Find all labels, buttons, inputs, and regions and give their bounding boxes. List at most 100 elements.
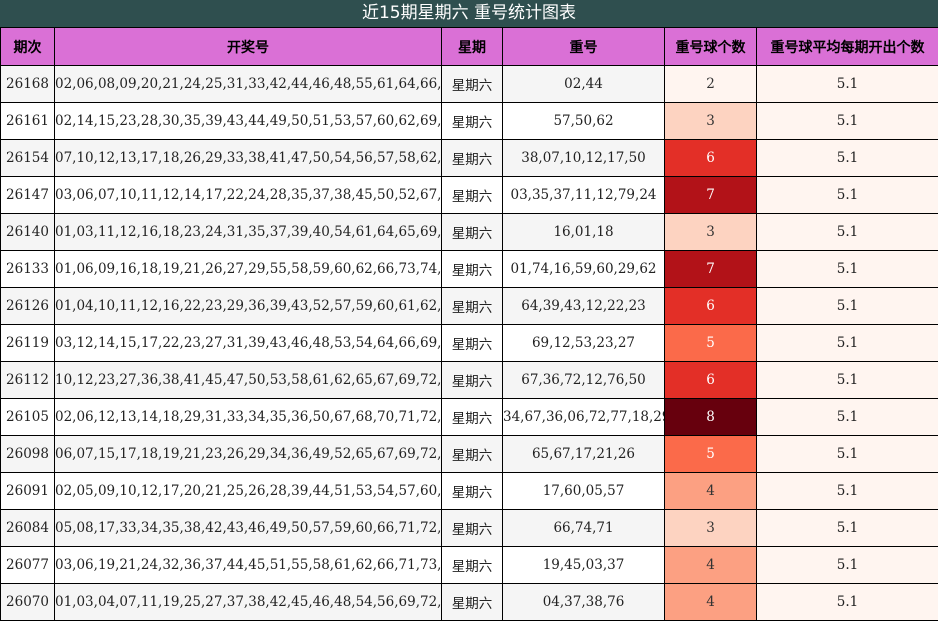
cell-issue: 26070 — [0, 583, 55, 621]
cell-repeat: 66,74,71 — [502, 509, 665, 547]
cell-issue: 26091 — [0, 472, 55, 510]
cell-count: 4 — [664, 546, 757, 584]
cell-weekday: 星期六 — [441, 361, 503, 399]
cell-avg: 5.1 — [756, 139, 938, 177]
cell-repeat: 38,07,10,12,17,50 — [502, 139, 665, 177]
cell-avg: 5.1 — [756, 324, 938, 362]
cell-weekday: 星期六 — [441, 287, 503, 325]
cell-weekday: 星期六 — [441, 213, 503, 251]
cell-numbers: 07,10,12,13,17,18,26,29,33,38,41,47,50,5… — [54, 139, 442, 177]
table-row: 26147 03,06,07,10,11,12,14,17,22,24,28,35… — [0, 176, 938, 214]
cell-avg: 5.1 — [756, 398, 938, 436]
chart-container: 近15期星期六 重号统计图表 期次 开奖号 星期 重号 重号球个数 重号球平均每… — [0, 0, 938, 621]
cell-count: 4 — [664, 583, 757, 621]
cell-count: 4 — [664, 472, 757, 510]
header-row: 期次 开奖号 星期 重号 重号球个数 重号球平均每期开出个数 — [0, 27, 938, 66]
cell-avg: 5.1 — [756, 546, 938, 584]
cell-count: 8 — [664, 398, 757, 436]
cell-count: 6 — [664, 139, 757, 177]
cell-weekday: 星期六 — [441, 176, 503, 214]
cell-weekday: 星期六 — [441, 250, 503, 288]
cell-repeat: 57,50,62 — [502, 102, 665, 140]
cell-avg: 5.1 — [756, 509, 938, 547]
cell-numbers: 01,04,10,11,12,16,22,23,29,36,39,43,52,5… — [54, 287, 442, 325]
table-row: 26154 07,10,12,13,17,18,26,29,33,38,41,47… — [0, 139, 938, 177]
cell-numbers: 01,03,11,12,16,18,23,24,31,35,37,39,40,5… — [54, 213, 442, 251]
cell-weekday: 星期六 — [441, 472, 503, 510]
cell-issue: 26119 — [0, 324, 55, 362]
cell-count: 3 — [664, 509, 757, 547]
chart-title: 近15期星期六 重号统计图表 — [0, 0, 938, 27]
cell-repeat: 03,35,37,11,12,79,24 — [502, 176, 665, 214]
cell-numbers: 02,14,15,23,28,30,35,39,43,44,49,50,51,5… — [54, 102, 442, 140]
cell-weekday: 星期六 — [441, 435, 503, 473]
cell-weekday: 星期六 — [441, 509, 503, 547]
cell-repeat: 64,39,43,12,22,23 — [502, 287, 665, 325]
cell-numbers: 01,03,04,07,11,19,25,27,37,38,42,45,46,4… — [54, 583, 442, 621]
table-row: 26070 01,03,04,07,11,19,25,27,37,38,42,45… — [0, 583, 938, 621]
cell-issue: 26140 — [0, 213, 55, 251]
table-row: 26161 02,14,15,23,28,30,35,39,43,44,49,50… — [0, 102, 938, 140]
table-row: 26091 02,05,09,10,12,17,20,21,25,26,28,39… — [0, 472, 938, 510]
cell-repeat: 17,60,05,57 — [502, 472, 665, 510]
cell-avg: 5.1 — [756, 287, 938, 325]
cell-count: 5 — [664, 435, 757, 473]
cell-weekday: 星期六 — [441, 546, 503, 584]
table-row: 26105 02,06,12,13,14,18,29,31,33,34,35,36… — [0, 398, 938, 436]
cell-weekday: 星期六 — [441, 398, 503, 436]
cell-repeat: 67,36,72,12,76,50 — [502, 361, 665, 399]
header-weekday: 星期 — [441, 27, 503, 66]
cell-avg: 5.1 — [756, 102, 938, 140]
cell-weekday: 星期六 — [441, 583, 503, 621]
cell-avg: 5.1 — [756, 250, 938, 288]
header-avg: 重号球平均每期开出个数 — [756, 27, 938, 66]
cell-avg: 5.1 — [756, 65, 938, 103]
cell-repeat: 16,01,18 — [502, 213, 665, 251]
cell-weekday: 星期六 — [441, 139, 503, 177]
cell-issue: 26168 — [0, 65, 55, 103]
cell-numbers: 03,06,07,10,11,12,14,17,22,24,28,35,37,3… — [54, 176, 442, 214]
cell-numbers: 03,12,14,15,17,22,23,27,31,39,43,46,48,5… — [54, 324, 442, 362]
cell-count: 6 — [664, 361, 757, 399]
header-issue: 期次 — [0, 27, 55, 66]
table-row: 26119 03,12,14,15,17,22,23,27,31,39,43,46… — [0, 324, 938, 362]
cell-issue: 26084 — [0, 509, 55, 547]
cell-issue: 26077 — [0, 546, 55, 584]
cell-numbers: 02,06,12,13,14,18,29,31,33,34,35,36,50,6… — [54, 398, 442, 436]
cell-numbers: 03,06,19,21,24,32,36,37,44,45,51,55,58,6… — [54, 546, 442, 584]
cell-weekday: 星期六 — [441, 65, 503, 103]
cell-repeat: 34,67,36,06,72,77,18,29 — [502, 398, 665, 436]
header-numbers: 开奖号 — [54, 27, 442, 66]
cell-numbers: 02,05,09,10,12,17,20,21,25,26,28,39,44,5… — [54, 472, 442, 510]
cell-count: 2 — [664, 65, 757, 103]
table-row: 26077 03,06,19,21,24,32,36,37,44,45,51,55… — [0, 546, 938, 584]
cell-numbers: 10,12,23,27,36,38,41,45,47,50,53,58,61,6… — [54, 361, 442, 399]
cell-numbers: 06,07,15,17,18,19,21,23,26,29,34,36,49,5… — [54, 435, 442, 473]
cell-issue: 26161 — [0, 102, 55, 140]
cell-numbers: 01,06,09,16,18,19,21,26,27,29,55,58,59,6… — [54, 250, 442, 288]
cell-avg: 5.1 — [756, 213, 938, 251]
cell-repeat: 19,45,03,37 — [502, 546, 665, 584]
cell-issue: 26112 — [0, 361, 55, 399]
cell-avg: 5.1 — [756, 583, 938, 621]
cell-count: 7 — [664, 250, 757, 288]
cell-count: 7 — [664, 176, 757, 214]
header-count: 重号球个数 — [664, 27, 757, 66]
cell-issue: 26105 — [0, 398, 55, 436]
cell-issue: 26154 — [0, 139, 55, 177]
cell-repeat: 02,44 — [502, 65, 665, 103]
cell-issue: 26098 — [0, 435, 55, 473]
cell-repeat: 65,67,17,21,26 — [502, 435, 665, 473]
cell-count: 3 — [664, 213, 757, 251]
cell-repeat: 04,37,38,76 — [502, 583, 665, 621]
repeat-stats-table: 期次 开奖号 星期 重号 重号球个数 重号球平均每期开出个数 26168 02,0… — [0, 27, 938, 621]
table-row: 26140 01,03,11,12,16,18,23,24,31,35,37,39… — [0, 213, 938, 251]
table-row: 26168 02,06,08,09,20,21,24,25,31,33,42,44… — [0, 65, 938, 103]
cell-count: 3 — [664, 102, 757, 140]
header-repeat: 重号 — [502, 27, 665, 66]
cell-avg: 5.1 — [756, 435, 938, 473]
cell-issue: 26147 — [0, 176, 55, 214]
cell-numbers: 02,06,08,09,20,21,24,25,31,33,42,44,46,4… — [54, 65, 442, 103]
table-row: 26084 05,08,17,33,34,35,38,42,43,46,49,50… — [0, 509, 938, 547]
table-row: 26126 01,04,10,11,12,16,22,23,29,36,39,43… — [0, 287, 938, 325]
